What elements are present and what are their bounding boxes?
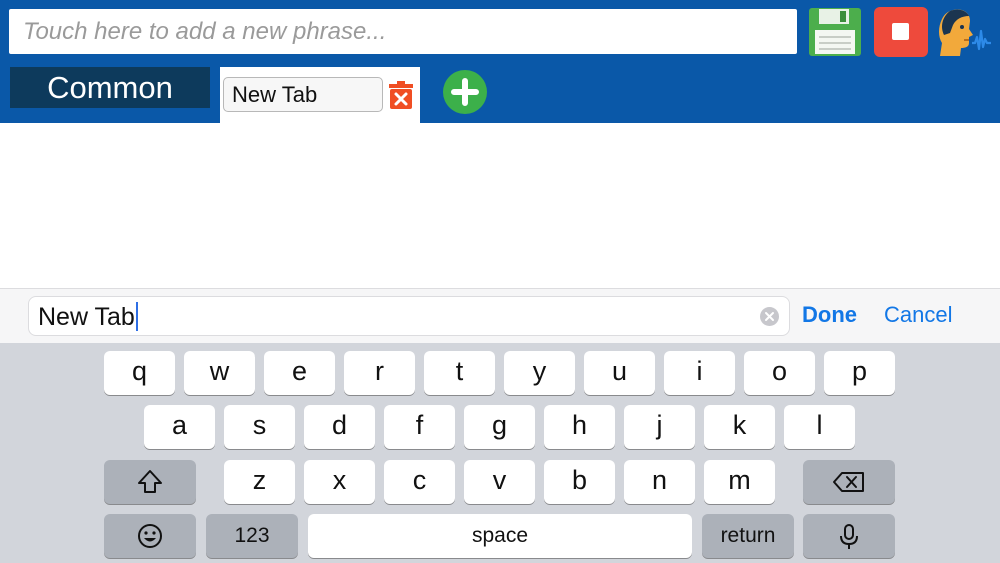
clear-x-icon	[760, 307, 779, 326]
trash-x-icon	[389, 81, 413, 109]
key-w[interactable]: w	[184, 351, 255, 395]
key-x[interactable]: x	[304, 460, 375, 504]
key-y[interactable]: y	[504, 351, 575, 395]
shift-arrow-icon	[138, 470, 162, 493]
key-z[interactable]: z	[224, 460, 295, 504]
emoji-key[interactable]	[104, 514, 196, 558]
new-phrase-input[interactable]	[9, 9, 797, 54]
key-q[interactable]: q	[104, 351, 175, 395]
emoji-icon	[138, 524, 162, 548]
edit-field-text: New Tab	[38, 302, 138, 332]
key-d[interactable]: d	[304, 405, 375, 449]
stop-button[interactable]	[874, 7, 928, 57]
key-a[interactable]: a	[144, 405, 215, 449]
cancel-button[interactable]: Cancel	[884, 301, 952, 329]
key-u[interactable]: u	[584, 351, 655, 395]
numbers-key[interactable]: 123	[206, 514, 298, 558]
key-r[interactable]: r	[344, 351, 415, 395]
plus-circle-icon	[443, 70, 487, 114]
backspace-icon	[833, 472, 864, 492]
microphone-icon	[840, 524, 858, 549]
edit-toolbar: New Tab Done Cancel	[0, 288, 1000, 343]
key-o[interactable]: o	[744, 351, 815, 395]
backspace-key[interactable]	[803, 460, 895, 504]
edit-field-value: New Tab	[38, 303, 135, 331]
key-h[interactable]: h	[544, 405, 615, 449]
key-n[interactable]: n	[624, 460, 695, 504]
key-j[interactable]: j	[624, 405, 695, 449]
key-m[interactable]: m	[704, 460, 775, 504]
key-k[interactable]: k	[704, 405, 775, 449]
key-i[interactable]: i	[664, 351, 735, 395]
key-f[interactable]: f	[384, 405, 455, 449]
clear-text-button[interactable]	[760, 307, 779, 326]
on-screen-keyboard: q w e r t y u i o p a s d f g h j k l z …	[0, 343, 1000, 563]
shift-key[interactable]	[104, 460, 196, 504]
stop-icon	[892, 23, 909, 40]
text-caret	[135, 302, 138, 331]
key-p[interactable]: p	[824, 351, 895, 395]
dictation-key[interactable]	[803, 514, 895, 558]
tab-new-tab[interactable]	[220, 67, 420, 123]
add-tab-button[interactable]	[443, 70, 487, 114]
key-c[interactable]: c	[384, 460, 455, 504]
key-b[interactable]: b	[544, 460, 615, 504]
key-t[interactable]: t	[424, 351, 495, 395]
speaking-head-icon	[939, 9, 991, 56]
tab-common[interactable]: Common	[10, 67, 210, 108]
return-key[interactable]: return	[702, 514, 794, 558]
tab-name-field[interactable]	[223, 77, 383, 112]
tab-name-edit-field[interactable]: New Tab	[28, 296, 790, 336]
key-l[interactable]: l	[784, 405, 855, 449]
save-button[interactable]	[808, 7, 862, 57]
key-v[interactable]: v	[464, 460, 535, 504]
speak-button[interactable]	[936, 7, 992, 57]
key-e[interactable]: e	[264, 351, 335, 395]
space-key[interactable]: space	[308, 514, 692, 558]
floppy-disk-icon	[809, 8, 861, 56]
key-g[interactable]: g	[464, 405, 535, 449]
header-bar: Common	[0, 0, 1000, 123]
key-s[interactable]: s	[224, 405, 295, 449]
done-button[interactable]: Done	[802, 301, 857, 329]
delete-tab-button[interactable]	[388, 80, 414, 110]
